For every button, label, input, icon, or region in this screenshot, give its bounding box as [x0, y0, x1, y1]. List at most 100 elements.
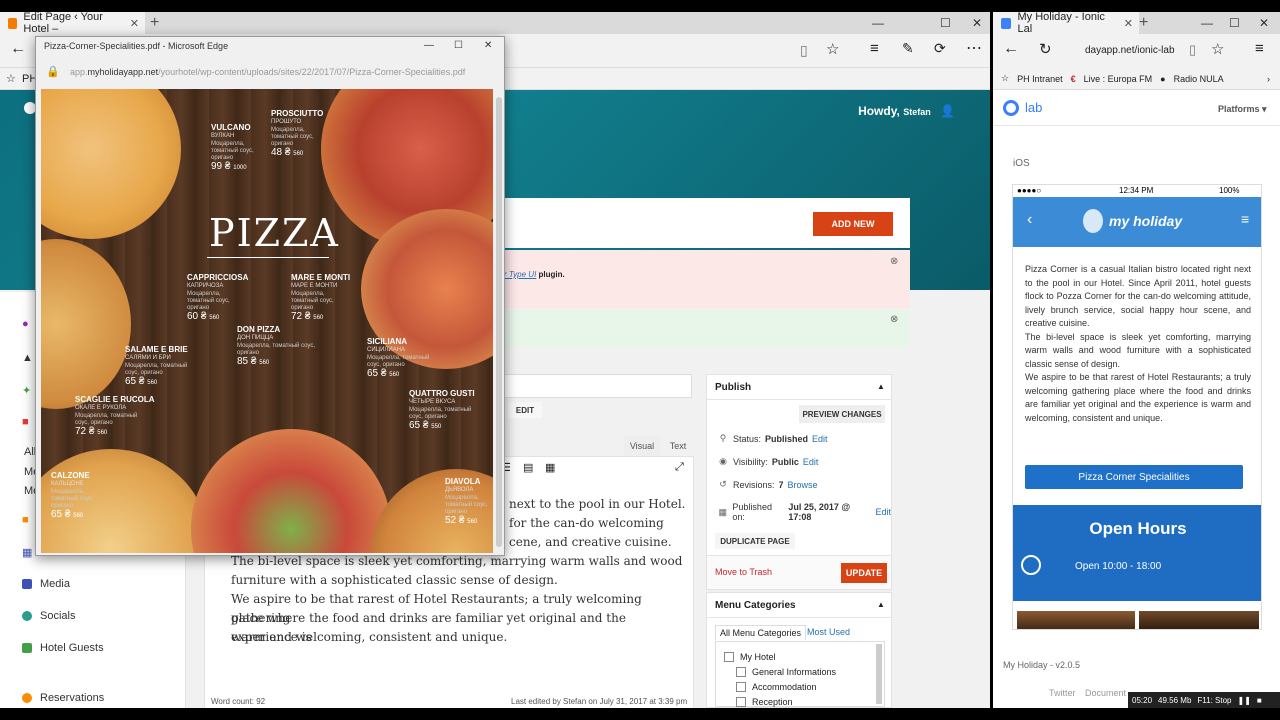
category-item[interactable]: Reception — [736, 697, 793, 707]
checkbox[interactable] — [736, 682, 746, 692]
sidebar-item-reservations[interactable]: Reservations — [22, 692, 104, 704]
tab-text[interactable]: Text — [662, 436, 694, 456]
tab-my-holiday[interactable]: My Holiday - Ionic Lal ✕ — [993, 12, 1139, 35]
tab-most-used[interactable]: Most Used — [807, 627, 850, 637]
collapse-caret-icon[interactable]: ▲ — [877, 382, 885, 391]
checkbox[interactable] — [724, 652, 734, 662]
platforms-dropdown[interactable]: Platforms ▾ — [1218, 104, 1267, 115]
new-tab-icon[interactable]: + — [150, 14, 159, 32]
back-icon[interactable]: ← — [1003, 40, 1019, 58]
duplicate-page-button[interactable]: DUPLICATE PAGE — [715, 533, 795, 549]
pdf-page-pizza-menu: PIZZA VULCANO ВУЛКАН Моцарелла, томатный … — [41, 89, 493, 553]
pdf-scrollbar[interactable] — [496, 97, 502, 547]
close-window-icon[interactable]: ✕ — [972, 16, 982, 30]
sidebar-item-label: Reservations — [40, 692, 105, 704]
documentation-link[interactable]: Document — [1085, 688, 1126, 698]
format-icon[interactable]: ▦ — [545, 461, 555, 474]
maximize-icon[interactable]: ☐ — [1229, 16, 1240, 30]
published-edit-link[interactable]: Edit — [875, 507, 891, 517]
sidebar-icon-pages[interactable]: ■ — [22, 416, 29, 428]
favorites-bar: ☆ PH Intranet € Live : Europa FM ● Radio… — [993, 68, 1280, 90]
specialities-button[interactable]: Pizza Corner Specialities — [1025, 465, 1243, 489]
gallery-thumbnails — [1013, 609, 1261, 629]
browse-revisions-link[interactable]: Browse — [788, 480, 818, 490]
edit-slug-button[interactable]: EDIT — [508, 402, 542, 418]
favorite-star-icon[interactable]: ☆ — [1211, 40, 1224, 58]
sidebar-item-label: Media — [40, 578, 70, 590]
categories-scrollbar[interactable] — [876, 644, 882, 704]
fullscreen-icon[interactable]: ⤢ — [675, 461, 684, 474]
add-new-button[interactable]: ADD NEW — [813, 212, 893, 236]
more-icon[interactable]: ⋯ — [966, 38, 982, 58]
minimize-icon[interactable]: — — [1201, 16, 1213, 30]
update-button[interactable]: UPDATE — [841, 563, 887, 583]
reading-view-icon[interactable]: ▯ — [1189, 42, 1196, 58]
share-icon[interactable]: ⟳ — [934, 40, 946, 57]
sidebar-icon-dashboard[interactable]: ● — [22, 318, 29, 330]
sidebar-icon-calendar[interactable]: ▦ — [22, 546, 32, 559]
sidebar-item-hotel-guests[interactable]: Hotel Guests — [22, 642, 104, 654]
dismiss-success-icon[interactable]: ⊗ — [890, 314, 898, 325]
chevron-right-icon[interactable]: › — [1267, 74, 1270, 84]
title-input[interactable] — [504, 374, 692, 398]
preview-changes-button[interactable]: PREVIEW CHANGES — [799, 405, 885, 423]
web-note-icon[interactable]: ✎ — [902, 40, 914, 57]
move-to-trash-link[interactable]: Move to Trash — [715, 567, 772, 577]
minimize-icon[interactable]: — — [872, 16, 884, 30]
description-paragraph: The bi-level space is sleek yet comforti… — [1025, 331, 1251, 369]
close-window-icon[interactable]: ✕ — [484, 40, 492, 51]
back-icon[interactable]: ← — [10, 40, 26, 58]
refresh-icon[interactable]: ↻ — [1039, 40, 1052, 58]
pizza-entry: DIAVOLA ДЬЯВОЛА Моцарелла, томатный соус,… — [445, 477, 488, 526]
favorite-europa-fm[interactable]: Live : Europa FM — [1084, 74, 1153, 84]
menu-icon[interactable]: ≡ — [1241, 211, 1249, 227]
menu-categories-box: Menu Categories ▲ All Menu Categories Mo… — [706, 592, 892, 708]
maximize-icon[interactable]: ☐ — [940, 16, 951, 30]
collapse-caret-icon[interactable]: ▲ — [877, 600, 885, 609]
sidebar-icon-tools[interactable]: ▲ — [22, 352, 33, 364]
gallery-image[interactable] — [1017, 611, 1135, 629]
sidebar-icon-orange[interactable]: ■ — [22, 514, 29, 526]
back-chevron-icon[interactable]: ‹ — [1027, 211, 1032, 229]
twitter-link[interactable]: Twitter — [1049, 688, 1076, 698]
stop-icon[interactable]: ■ — [1257, 696, 1262, 705]
pdf-address-bar[interactable]: 🔒 app.myholidayapp.net/yourhotel/wp-cont… — [36, 57, 504, 89]
visibility-edit-link[interactable]: Edit — [803, 457, 819, 467]
favorite-radio-nula[interactable]: Radio NULA — [1174, 74, 1224, 84]
close-tab-icon[interactable]: ✕ — [130, 17, 139, 30]
url-field[interactable]: dayapp.net/ionic-lab — [1085, 45, 1175, 56]
plugin-link[interactable]: r Type UI — [504, 270, 536, 279]
category-item[interactable]: My Hotel — [724, 652, 776, 662]
pdf-window-titlebar[interactable]: Pizza-Corner-Specialities.pdf - Microsof… — [36, 37, 504, 57]
sidebar-item-media[interactable]: Media — [22, 578, 70, 590]
close-window-icon[interactable]: ✕ — [1259, 16, 1269, 30]
category-item[interactable]: Accommodation — [736, 682, 817, 692]
new-tab-icon[interactable]: + — [1139, 14, 1148, 32]
status-edit-link[interactable]: Edit — [812, 434, 828, 444]
minimize-icon[interactable]: — — [424, 40, 434, 51]
open-hours-title: Open Hours — [1089, 519, 1187, 538]
pizza-entry: CAPPRICCIOSA КАПРИЧОЗА Моцарелла, томатны… — [187, 273, 249, 322]
category-item[interactable]: General Informations — [736, 667, 836, 677]
close-tab-icon[interactable]: ✕ — [1124, 17, 1133, 30]
checkbox[interactable] — [736, 667, 746, 677]
hub-icon[interactable]: ≡ — [870, 40, 879, 57]
dismiss-notice-icon[interactable]: ⊗ — [890, 256, 898, 267]
tab-all-menu-categories[interactable]: All Menu Categories — [715, 625, 807, 640]
hub-icon[interactable]: ≡ — [1255, 40, 1264, 57]
maximize-icon[interactable]: ☐ — [454, 40, 463, 51]
tab-edit-page[interactable]: Edit Page ‹ Your Hotel – ✕ — [0, 12, 145, 35]
gallery-image[interactable] — [1139, 611, 1259, 629]
sidebar-item-socials[interactable]: Socials — [22, 610, 75, 622]
howdy-user[interactable]: Howdy, Stefan 👤 — [858, 104, 955, 118]
open-hours-section: Open Hours Open 10:00 - 18:00 — [1013, 505, 1261, 601]
app-navbar: ‹ my holiday ≡ — [1013, 197, 1261, 247]
reading-view-icon[interactable]: ▯ — [800, 42, 808, 59]
favorite-ph-intranet[interactable]: PH Intranet — [1017, 74, 1063, 84]
sidebar-icon-pin[interactable]: ✦ — [22, 384, 31, 397]
pause-icon[interactable]: ❚❚ — [1237, 696, 1250, 705]
table-icon[interactable]: ▤ — [523, 461, 533, 474]
tab-visual[interactable]: Visual — [624, 436, 660, 456]
checkbox[interactable] — [736, 697, 746, 707]
favorite-star-icon[interactable]: ☆ — [826, 40, 839, 58]
